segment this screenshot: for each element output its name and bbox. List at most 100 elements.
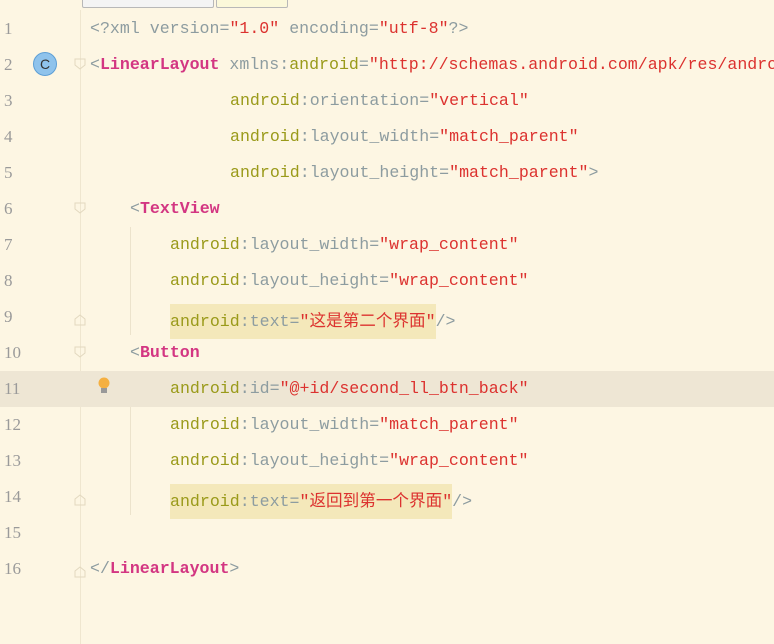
token-pun: = — [369, 235, 380, 254]
toolbar-button[interactable] — [82, 0, 214, 8]
code-tokens: <TextView — [130, 199, 220, 218]
line-number[interactable]: 3 — [0, 91, 24, 111]
token-ns: android — [170, 492, 240, 511]
token-ns: android — [230, 127, 300, 146]
line-number[interactable]: 4 — [0, 127, 24, 147]
code-line[interactable]: 2 <LinearLayout xmlns:android="http://sch… — [0, 47, 774, 83]
token-val: "utf-8" — [378, 19, 449, 38]
token-ns: android — [170, 235, 240, 254]
token-pun: = — [368, 19, 379, 38]
code-line[interactable]: 13 android:layout_height="wrap_content" — [0, 443, 774, 479]
code-tokens: <Button — [130, 343, 200, 362]
token-ns: android — [230, 91, 300, 110]
token-val: "match_parent" — [449, 163, 589, 182]
token-pun: : — [239, 235, 250, 254]
lightbulb-icon[interactable] — [98, 377, 110, 395]
code-line[interactable]: 16 </LinearLayout> — [0, 551, 774, 587]
token-pun: : — [239, 379, 250, 398]
token-pun: <? — [90, 19, 110, 38]
token-val: "这是第二个界面" — [299, 312, 436, 331]
code-line[interactable]: 5 android:layout_height="match_parent"> — [0, 155, 774, 191]
code-tokens: android:text="返回到第一个界面" — [170, 484, 453, 519]
token-val: "1.0" — [229, 19, 280, 38]
code-line[interactable]: 3 android:orientation="vertical" — [0, 83, 774, 119]
line-number[interactable]: 10 — [0, 343, 24, 363]
code-line[interactable]: 8 android:layout_height="wrap_content" — [0, 263, 774, 299]
token-ns: android — [289, 55, 359, 74]
fold-end-icon[interactable] — [74, 313, 86, 326]
code-text: android:orientation="vertical" — [230, 91, 529, 110]
line-number[interactable]: 7 — [0, 235, 24, 255]
token-pun: > — [229, 559, 240, 578]
token-pun: : — [299, 91, 310, 110]
token-an: text — [249, 492, 290, 511]
token-tag: TextView — [139, 199, 220, 218]
line-number[interactable]: 9 — [0, 307, 24, 327]
fold-icon[interactable] — [74, 57, 86, 70]
token-tag: LinearLayout — [99, 55, 220, 74]
code-line[interactable]: 10 <Button — [0, 335, 774, 371]
code-line[interactable]: 14 android:text="返回到第一个界面"/> — [0, 479, 774, 519]
line-number[interactable]: 1 — [0, 19, 24, 39]
class-marker-icon[interactable]: C — [33, 52, 57, 76]
token-ns: android — [170, 312, 240, 331]
token-pun: < — [130, 199, 140, 218]
code-line[interactable]: 15 — [0, 515, 774, 551]
code-line[interactable]: 12 android:layout_width="match_parent" — [0, 407, 774, 443]
code-line[interactable]: 9 android:text="这是第二个界面"/> — [0, 299, 774, 339]
token-pun: = — [289, 492, 300, 511]
line-number[interactable]: 5 — [0, 163, 24, 183]
code-text: android:layout_height="wrap_content" — [170, 271, 529, 290]
code-line[interactable]: 4 android:layout_width="match_parent" — [0, 119, 774, 155]
line-number[interactable]: 8 — [0, 271, 24, 291]
line-number[interactable]: 15 — [0, 523, 24, 543]
code-tokens: android:layout_height="wrap_content" — [170, 271, 529, 290]
line-number[interactable]: 14 — [0, 487, 24, 507]
code-line[interactable]: 11 android:id="@+id/second_ll_btn_back" — [0, 371, 774, 407]
token-an: text — [249, 312, 290, 331]
code-text: <?xml version="1.0" encoding="utf-8"?> — [90, 19, 468, 38]
token-an: layout_width — [249, 235, 370, 254]
code-text: <TextView — [130, 199, 220, 218]
line-number[interactable]: 16 — [0, 559, 24, 579]
line-number[interactable]: 11 — [0, 379, 24, 399]
code-tokens: android:layout_width="match_parent" — [170, 415, 519, 434]
token-pun: = — [419, 91, 430, 110]
code-tokens: <?xml version="1.0" encoding="utf-8"?> — [90, 19, 468, 38]
fold-end-icon[interactable] — [74, 493, 86, 506]
token-an: layout_width — [249, 415, 370, 434]
token-pun: </ — [90, 559, 110, 578]
code-text: android:layout_width="wrap_content" — [170, 235, 519, 254]
code-line[interactable]: 1 <?xml version="1.0" encoding="utf-8"?> — [0, 11, 774, 47]
token-val: "http://schemas.android.com/apk/res/andr… — [368, 55, 774, 74]
fold-end-icon[interactable] — [74, 565, 86, 578]
line-number[interactable]: 13 — [0, 451, 24, 471]
token-val: "match_parent" — [439, 127, 579, 146]
token-pun: : — [239, 271, 250, 290]
code-tokens: android:orientation="vertical" — [230, 91, 529, 110]
code-editor[interactable]: 1 <?xml version="1.0" encoding="utf-8"?> 2… — [0, 0, 774, 644]
code-tokens: android:layout_height="wrap_content" — [170, 451, 529, 470]
token-an: layout_height — [249, 451, 380, 470]
token-pun: : — [299, 127, 310, 146]
token-an: id — [249, 379, 270, 398]
line-number[interactable]: 2 — [0, 55, 24, 75]
toolbar-button[interactable] — [216, 0, 288, 8]
token-pun: /> — [435, 312, 456, 331]
fold-icon[interactable] — [74, 201, 86, 214]
token-val: "wrap_content" — [389, 451, 529, 470]
line-number[interactable]: 6 — [0, 199, 24, 219]
code-line[interactable]: 7 android:layout_width="wrap_content" — [0, 227, 774, 263]
token-tag: LinearLayout — [109, 559, 230, 578]
fold-icon[interactable] — [74, 345, 86, 358]
token-an: xml version — [109, 19, 220, 38]
code-tokens: android:layout_width="wrap_content" — [170, 235, 519, 254]
code-line[interactable]: 6 <TextView — [0, 191, 774, 227]
token-pun: : — [239, 415, 250, 434]
token-pun: : — [299, 163, 310, 182]
token-an: encoding — [279, 19, 369, 38]
code-text: android:layout_height="match_parent"> — [230, 163, 599, 182]
line-number[interactable]: 12 — [0, 415, 24, 435]
token-an: layout_height — [309, 163, 440, 182]
code-tokens: </LinearLayout> — [90, 559, 239, 578]
